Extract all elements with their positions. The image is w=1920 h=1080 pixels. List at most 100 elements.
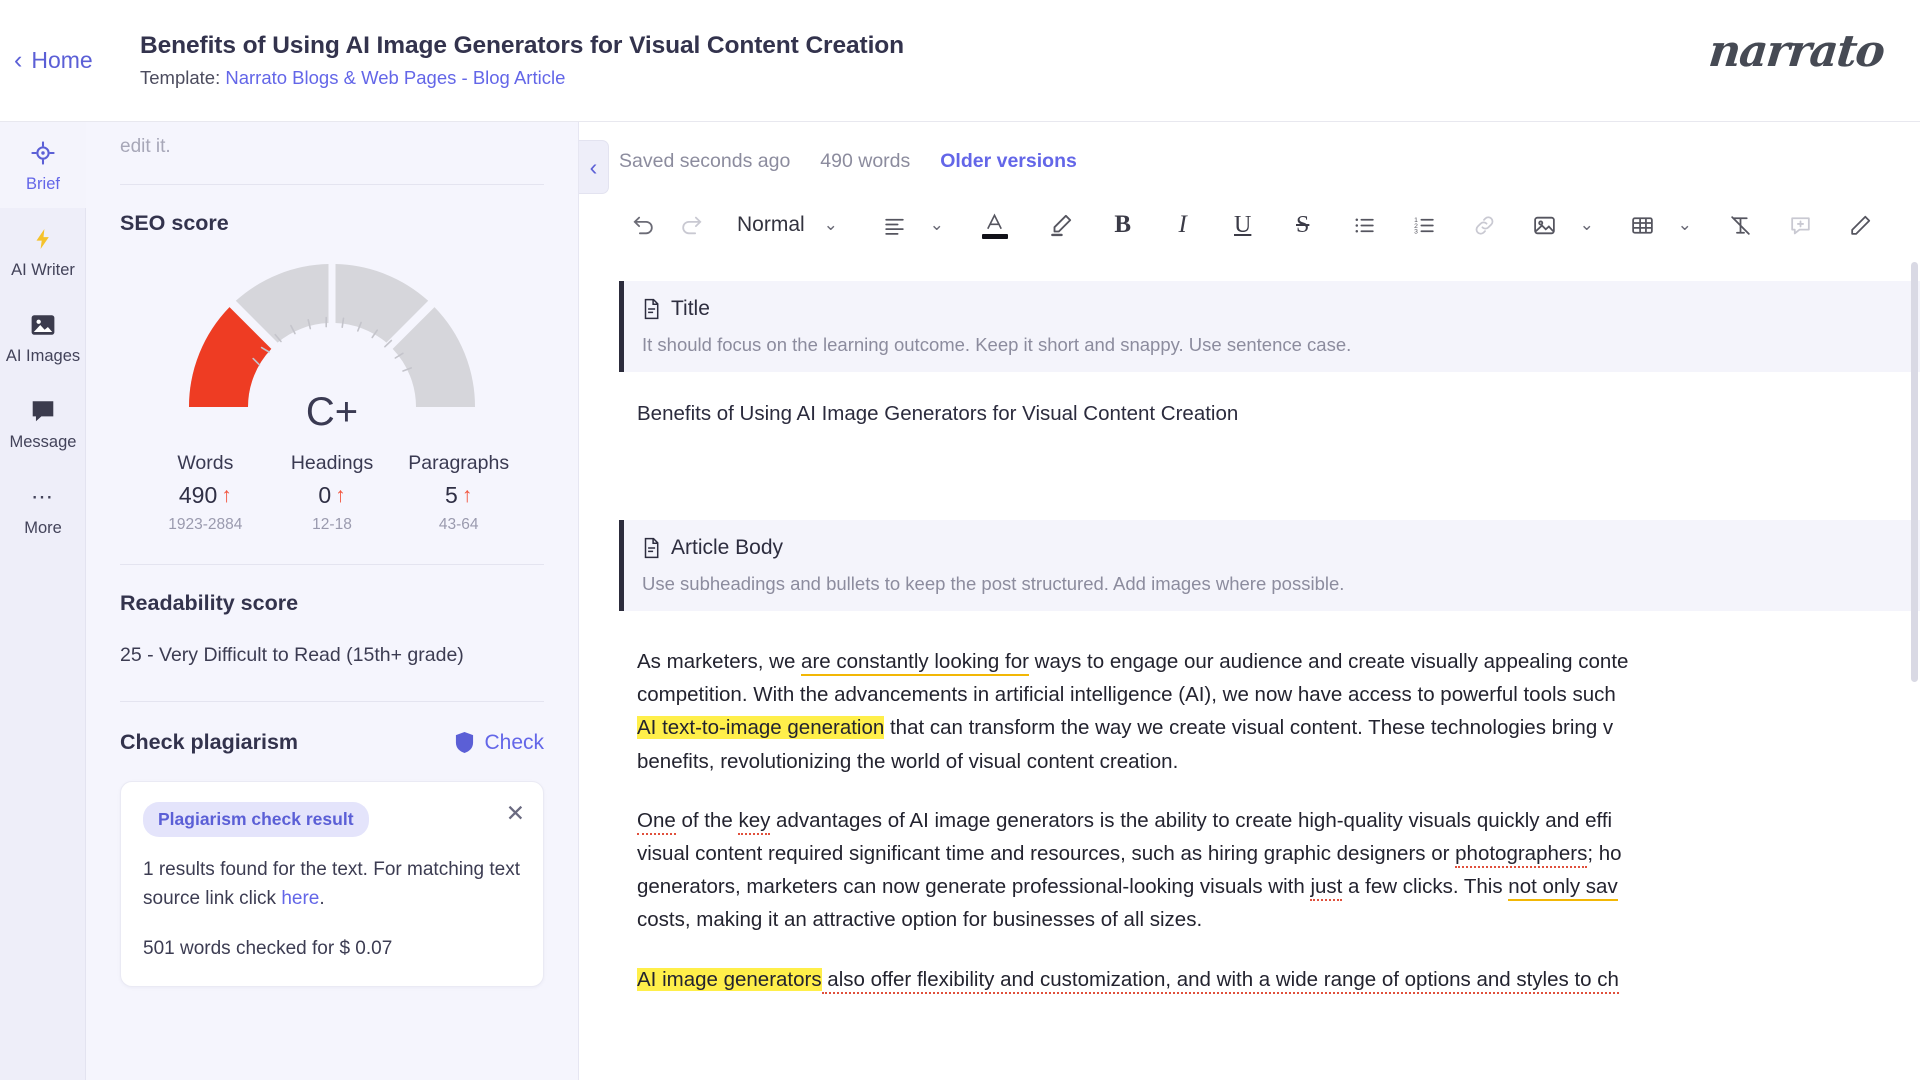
divider bbox=[120, 564, 544, 565]
highlighted-text[interactable]: AI image generators bbox=[637, 967, 822, 991]
body-block-hint: Use subheadings and bullets to keep the … bbox=[642, 573, 1345, 594]
shield-icon bbox=[456, 732, 474, 753]
editor-toolbar: Normal ⌄ ⌄ B I U S 123 ⌄ ⌄ bbox=[609, 173, 1920, 247]
body-text: benefits, revolutionizing the world of v… bbox=[637, 749, 1179, 773]
strikethrough-button[interactable]: S bbox=[1279, 203, 1327, 247]
article-paragraph[interactable]: AI image generators also offer flexibili… bbox=[637, 963, 1920, 996]
stat-value: 5 bbox=[445, 482, 458, 508]
check-plagiarism-title: Check plagiarism bbox=[120, 730, 299, 754]
article-line: visual content required significant time… bbox=[637, 837, 1920, 870]
template-line: Template: Narrato Blogs & Web Pages - Bl… bbox=[140, 66, 904, 90]
pencil-icon[interactable] bbox=[1837, 203, 1885, 247]
sidebar-item-label: Message bbox=[9, 433, 77, 451]
article-paragraph[interactable]: As marketers, we are constantly looking … bbox=[637, 645, 1920, 778]
stat-value: 0 bbox=[318, 482, 332, 508]
left-nav-rail: Brief AI Writer AI Images Message ⋯ More bbox=[0, 122, 86, 1080]
highlighter-icon[interactable] bbox=[1037, 203, 1085, 247]
italic-button[interactable]: I bbox=[1159, 203, 1207, 247]
plagiarism-source-link[interactable]: here bbox=[281, 888, 319, 909]
editor-scrollbar[interactable] bbox=[1911, 262, 1918, 682]
collapse-panel-button[interactable]: ‹ bbox=[579, 140, 609, 194]
sidebar-item-label: Brief bbox=[26, 175, 60, 193]
chat-icon bbox=[2, 396, 84, 426]
comment-icon[interactable] bbox=[1777, 203, 1825, 247]
body-block-head: Article Body bbox=[642, 536, 1900, 560]
home-link[interactable]: ‹ Home bbox=[14, 47, 130, 74]
redo-icon[interactable] bbox=[667, 203, 715, 247]
article-line: competition. With the advancements in ar… bbox=[637, 678, 1920, 711]
seo-gauge: C+ bbox=[120, 242, 544, 474]
ellipsis-icon: ⋯ bbox=[31, 484, 55, 509]
chevron-down-icon[interactable]: ⌄ bbox=[1667, 203, 1703, 247]
chevron-down-icon[interactable]: ⌄ bbox=[1569, 203, 1605, 247]
underline-button[interactable]: U bbox=[1219, 203, 1267, 247]
spelling-suggestion-text[interactable]: key bbox=[738, 808, 771, 835]
link-icon[interactable] bbox=[1461, 203, 1509, 247]
stat-value-row: 5 ↑ bbox=[395, 482, 522, 509]
close-icon[interactable]: ✕ bbox=[506, 802, 525, 825]
image-icon[interactable] bbox=[1521, 203, 1569, 247]
sidebar-item-message[interactable]: Message bbox=[0, 380, 86, 466]
bold-button[interactable]: B bbox=[1099, 203, 1147, 247]
stat-range: 12-18 bbox=[312, 516, 352, 533]
seo-section: SEO score C+ Words 490 ↑ 1923-2884 Headi… bbox=[86, 184, 578, 987]
plagiarism-check-button[interactable]: Check bbox=[454, 731, 544, 755]
body-text: ways to engage our audience and create v… bbox=[1028, 650, 1629, 673]
table-icon[interactable] bbox=[1619, 203, 1667, 247]
sidebar-item-more[interactable]: ⋯ More bbox=[0, 466, 86, 552]
chevron-down-icon[interactable]: ⌄ bbox=[919, 203, 955, 247]
plagiarism-badge: Plagiarism check result bbox=[143, 802, 369, 837]
paragraph-style-select[interactable]: Normal bbox=[715, 203, 813, 247]
spelling-suggestion-text[interactable]: also offer flexibility and customization… bbox=[821, 967, 1619, 994]
save-status-row: Saved seconds ago 490 words Older versio… bbox=[609, 122, 1920, 173]
spelling-suggestion-text[interactable]: just bbox=[1310, 875, 1343, 902]
align-left-icon[interactable] bbox=[871, 203, 919, 247]
title-input[interactable]: Benefits of Using AI Image Generators fo… bbox=[637, 402, 1920, 426]
undo-icon[interactable] bbox=[619, 203, 667, 247]
spelling-suggestion-text[interactable]: One bbox=[637, 808, 676, 835]
body-block-label: Article Body bbox=[671, 536, 784, 559]
body-text: costs, making it an attractive option fo… bbox=[637, 908, 1203, 932]
body-text: competition. With the advancements in ar… bbox=[637, 683, 1616, 707]
chevron-down-icon[interactable]: ⌄ bbox=[813, 203, 849, 247]
article-paragraph[interactable]: One of the key advantages of AI image ge… bbox=[637, 804, 1920, 937]
bullet-list-icon[interactable] bbox=[1341, 203, 1389, 247]
spelling-suggestion-text[interactable]: photographers bbox=[1455, 842, 1588, 869]
body-text: that can transform the way we create vis… bbox=[884, 716, 1614, 740]
sidebar-item-ai-writer[interactable]: AI Writer bbox=[0, 208, 86, 294]
document-icon bbox=[644, 537, 659, 559]
sidebar-item-label: AI Writer bbox=[11, 261, 75, 279]
older-versions-link[interactable]: Older versions bbox=[940, 150, 1077, 173]
template-link[interactable]: Narrato Blogs & Web Pages - Blog Article bbox=[225, 67, 565, 88]
body-text: of the bbox=[675, 808, 739, 832]
grammar-suggestion-text[interactable]: are constantly looking for bbox=[801, 650, 1029, 676]
body-text: generators, marketers can now generate p… bbox=[637, 875, 1311, 899]
document-header: Benefits of Using AI Image Generators fo… bbox=[140, 31, 904, 91]
grammar-suggestion-text[interactable]: not only sav bbox=[1508, 875, 1618, 902]
stat-value-row: 0 ↑ bbox=[269, 482, 396, 509]
plagiarism-result-text-a: 1 results found for the text. For matchi… bbox=[143, 859, 521, 910]
body-text: ; ho bbox=[1587, 842, 1622, 866]
template-prefix: Template: bbox=[140, 67, 226, 89]
article-line: generators, marketers can now generate p… bbox=[637, 870, 1920, 903]
sidebar-item-brief[interactable]: Brief bbox=[0, 122, 86, 208]
text-color-icon[interactable] bbox=[971, 203, 1019, 247]
numbered-list-icon[interactable]: 123 bbox=[1401, 203, 1449, 247]
chevron-left-icon: ‹ bbox=[589, 153, 598, 180]
article-line: One of the key advantages of AI image ge… bbox=[637, 804, 1920, 837]
target-icon bbox=[2, 138, 84, 168]
sidebar-item-ai-images[interactable]: AI Images bbox=[0, 294, 86, 380]
article-line: benefits, revolutionizing the world of v… bbox=[637, 745, 1920, 778]
article-body-text[interactable]: As marketers, we are constantly looking … bbox=[609, 645, 1920, 996]
clear-format-icon[interactable] bbox=[1717, 203, 1765, 247]
divider bbox=[120, 184, 544, 185]
svg-text:3: 3 bbox=[1414, 228, 1418, 235]
check-label: Check bbox=[484, 730, 544, 754]
arrow-up-icon: ↑ bbox=[221, 484, 232, 507]
highlighted-text[interactable]: AI text-to-image generation bbox=[637, 716, 885, 740]
stat-range: 43-64 bbox=[438, 516, 479, 533]
word-count: 490 words bbox=[820, 150, 911, 172]
stat-range: 1923-2884 bbox=[168, 516, 243, 533]
home-label: Home bbox=[31, 47, 93, 73]
plagiarism-result-text: 1 results found for the text. For matchi… bbox=[143, 855, 521, 914]
